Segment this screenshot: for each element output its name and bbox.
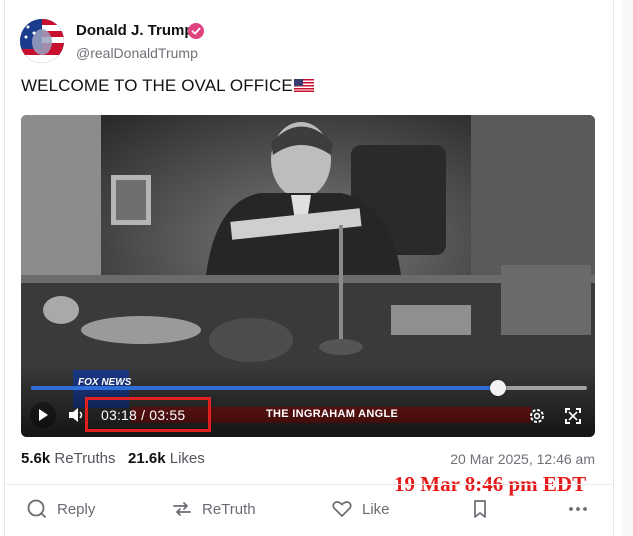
bookmark-button[interactable] [469,498,500,520]
retruths-count: 5.6k [21,450,51,467]
progress-bar[interactable] [31,380,587,396]
divider [4,484,612,485]
author-handle[interactable]: @realDonaldTrump [76,45,198,61]
progress-fill [31,386,499,390]
post-text-content: WELCOME TO THE OVAL OFFICE [21,76,293,95]
more-icon [569,507,587,511]
retruth-icon [173,502,191,516]
retruth-button[interactable]: ReTruth [171,498,256,520]
scrollbar[interactable] [622,0,633,536]
progress-knob[interactable] [490,380,507,396]
play-icon [39,409,48,421]
bookmark-icon [474,500,486,518]
likes-label: Likes [169,450,205,467]
play-button[interactable] [30,402,56,428]
retruths-stat[interactable]: 5.6k ReTruths [21,450,116,467]
reply-button[interactable]: Reply [26,498,95,520]
retruth-label: ReTruth [202,500,256,518]
gear-icon [530,409,544,423]
heart-icon [332,501,352,517]
reply-label: Reply [57,500,96,518]
more-options-button[interactable] [567,498,598,520]
volume-icon [69,408,83,422]
like-label: Like [362,500,390,518]
post-timestamp[interactable]: 20 Mar 2025, 12:46 am [450,451,595,467]
like-button[interactable]: Like [331,498,390,520]
author-name[interactable]: Donald J. Trump [76,22,194,39]
settings-button[interactable] [526,405,548,427]
post-text: WELCOME TO THE OVAL OFFICE [21,76,314,97]
post-stats: 5.6k ReTruths 21.6k Likes [21,450,205,467]
likes-count: 21.6k [128,450,166,467]
reply-icon [27,499,46,518]
volume-button[interactable] [67,405,87,425]
likes-stat[interactable]: 21.6k Likes [128,450,205,467]
fullscreen-icon [565,408,581,424]
retruths-label: ReTruths [54,450,116,467]
fullscreen-button[interactable] [562,405,584,427]
show-name-banner: THE INGRAHAM ANGLE [266,408,399,420]
video-player[interactable]: FOX NEWS THE INGRAHAM ANGLE 03:18 / 03:5… [21,115,595,437]
verified-badge-icon [188,23,204,39]
avatar[interactable] [20,19,64,63]
highlight-box-timestamp [85,397,211,432]
us-flag-icon [293,77,314,97]
